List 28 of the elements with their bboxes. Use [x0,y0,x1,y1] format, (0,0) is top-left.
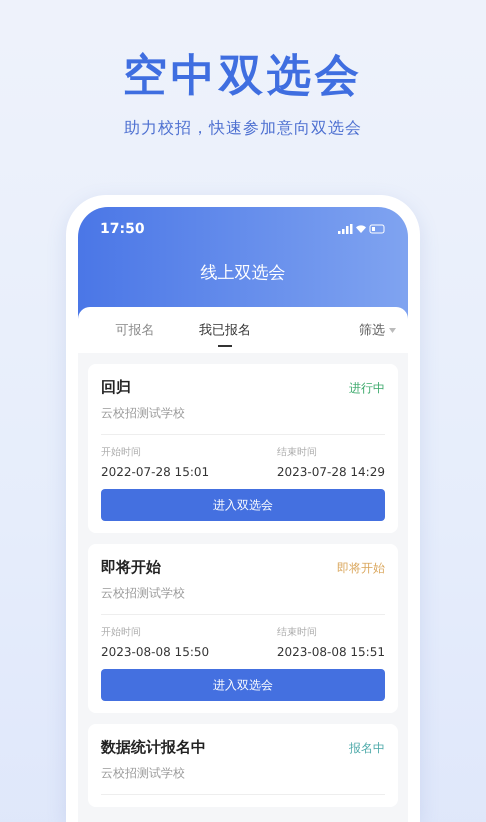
school-name: 云校招测试学校 [101,585,385,615]
status-icons [338,223,386,235]
status-label: 即将开始 [337,560,385,577]
status-time: 17:50 [100,221,145,237]
start-label: 开始时间 [101,446,142,459]
status-label: 进行中 [349,380,385,397]
headline: 空中双选会 [123,50,363,102]
fair-title: 即将开始 [101,558,161,577]
school-name: 云校招测试学校 [101,405,385,435]
end-time: 2023-07-28 14:29 [276,465,385,479]
fair-title: 回归 [101,378,131,397]
fair-title: 数据统计报名中 [101,738,206,757]
subtitle: 助力校招，快速参加意向双选会 [124,118,362,139]
end-label: 结束时间 [276,446,318,459]
start-label: 开始时间 [101,626,142,639]
start-time: 2023-08-08 15:50 [101,645,210,659]
filter-dropdown[interactable]: 筛选 [359,321,396,339]
enter-fair-button[interactable]: 进入双选会 [101,489,385,521]
caret-icon [389,328,396,332]
start-time: 2022-07-28 15:01 [101,465,210,479]
school-name: 云校招测试学校 [101,765,385,795]
end-time: 2023-08-08 15:51 [276,645,385,659]
end-label: 结束时间 [276,626,318,639]
enter-fair-button[interactable]: 进入双选会 [101,669,385,701]
screen-title: 线上双选会 [200,262,286,284]
tab[interactable]: 可报名 [90,307,180,353]
status-label: 报名中 [349,740,385,757]
tab[interactable]: 我已报名 [180,307,270,353]
